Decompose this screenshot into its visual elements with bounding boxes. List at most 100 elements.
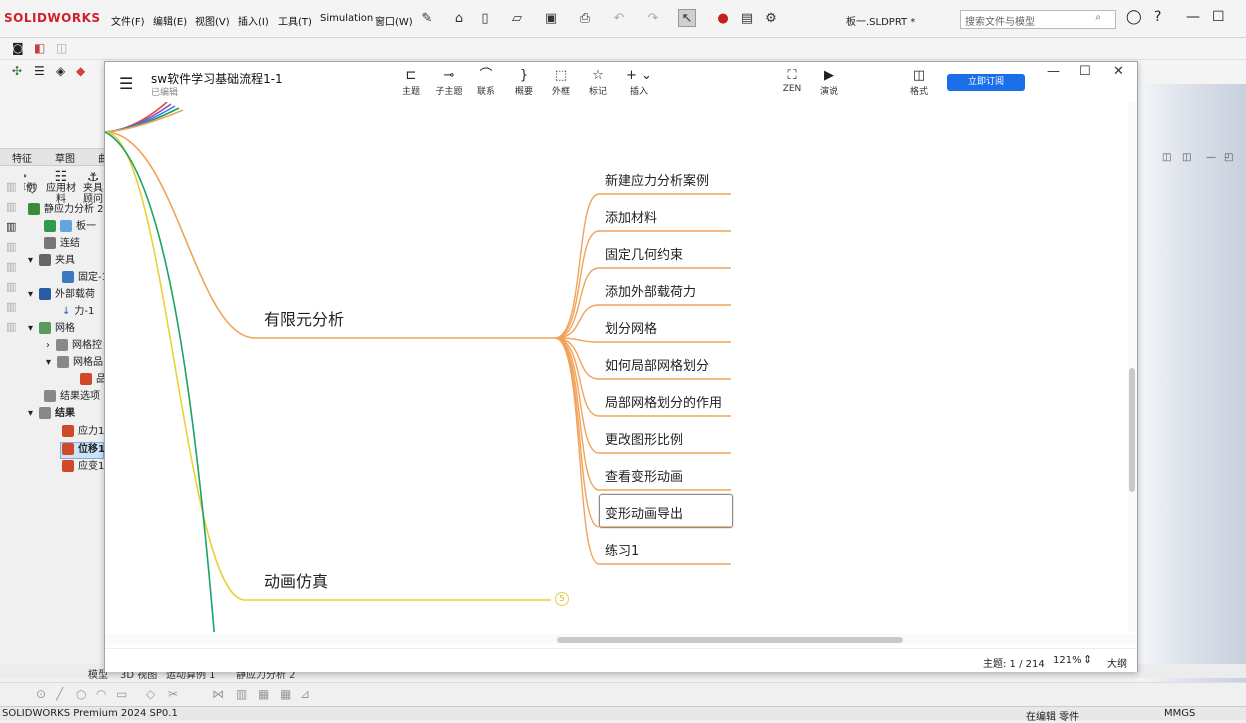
- units-text[interactable]: MMGS: [1164, 708, 1195, 719]
- line-tool-icon[interactable]: ╱: [56, 687, 63, 701]
- menu-window[interactable]: 窗口(W): [375, 13, 413, 28]
- camera-icon[interactable]: ◙: [12, 41, 24, 55]
- list-icon[interactable]: ☰: [34, 64, 45, 78]
- circle-tool-icon[interactable]: ⊙: [36, 687, 46, 701]
- arc-icon[interactable]: ◠: [96, 687, 106, 701]
- open-icon[interactable]: ▱: [508, 9, 526, 27]
- zoom-stepper-icon[interactable]: ⇕: [1083, 653, 1092, 666]
- mirror-icon[interactable]: ⋈: [212, 687, 224, 701]
- tree-displacement[interactable]: 位移1: [62, 442, 105, 458]
- subtopic-node[interactable]: 添加外部载荷力: [605, 281, 696, 300]
- tree-loads[interactable]: ▾ 外部载荷: [28, 287, 95, 303]
- options-gear-icon[interactable]: ⚙: [762, 9, 780, 27]
- tool-present[interactable]: ▶ 演说: [809, 68, 849, 97]
- main-topic-fea[interactable]: 有限元分析: [264, 306, 344, 330]
- graphics-area[interactable]: [1138, 84, 1246, 686]
- tree-strain[interactable]: 应变1: [62, 459, 104, 475]
- apply-material-button[interactable]: ☷ 应用材料: [44, 170, 78, 205]
- search-input[interactable]: 搜索文件与模型 ⌕: [960, 10, 1116, 29]
- menu-view[interactable]: 视图(V): [195, 13, 230, 28]
- panel-icon-2[interactable]: ▥: [6, 200, 16, 213]
- gfx-maximize-icon[interactable]: ◰: [1224, 152, 1233, 163]
- redo-icon[interactable]: ↷: [644, 9, 662, 27]
- tool-marker[interactable]: ☆ 标记: [578, 68, 618, 97]
- tool-topic[interactable]: ⊏ 主题: [391, 68, 431, 97]
- selected-topic-frame[interactable]: [599, 494, 733, 528]
- tree-fixture1[interactable]: 固定-1: [62, 270, 108, 286]
- tree-results[interactable]: ▾ 结果: [28, 406, 75, 422]
- tab-sketch[interactable]: 草图: [55, 150, 75, 165]
- menu-file[interactable]: 文件(F): [111, 13, 145, 28]
- relation-icon[interactable]: ⊿: [300, 687, 310, 701]
- print-icon[interactable]: ⎙: [576, 9, 594, 27]
- expand-arrow-icon[interactable]: ›: [46, 340, 50, 351]
- subtopic-node[interactable]: 固定几何约束: [605, 244, 683, 263]
- vertical-scrollbar[interactable]: [1128, 102, 1137, 632]
- fixtures-advisor-button[interactable]: ⚓ 夹具顾问: [82, 172, 104, 205]
- xm-minimize-icon[interactable]: —: [1047, 64, 1060, 79]
- zoom-level[interactable]: 121%: [1053, 655, 1082, 666]
- study-icon[interactable]: ✣: [12, 64, 22, 78]
- maximize-icon[interactable]: ☐: [1212, 9, 1225, 25]
- home-icon[interactable]: ⌂: [450, 9, 468, 27]
- panel-icon-5[interactable]: ▥: [6, 260, 16, 273]
- main-topic-animation[interactable]: 动画仿真: [264, 568, 328, 592]
- subtopic-node[interactable]: 更改图形比例: [605, 429, 683, 448]
- tree-stress[interactable]: 应力1: [62, 424, 104, 440]
- minimize-icon[interactable]: —: [1186, 9, 1200, 25]
- copy-view-icon[interactable]: ◫: [56, 41, 67, 55]
- xm-maximize-icon[interactable]: ☐: [1079, 64, 1091, 79]
- panel-icon-1[interactable]: ▥: [6, 180, 16, 193]
- xm-close-icon[interactable]: ✕: [1113, 64, 1124, 79]
- collapse-arrow-icon[interactable]: ▾: [46, 357, 51, 368]
- collapse-arrow-icon[interactable]: ▾: [28, 255, 33, 266]
- subtopic-node[interactable]: 新建应力分析案例: [605, 170, 709, 189]
- tree-mesh-item2[interactable]: ▾ 网格品: [46, 355, 103, 371]
- results-icon[interactable]: ◆: [76, 64, 85, 78]
- menu-simulation[interactable]: Simulation: [320, 13, 373, 24]
- menu-tools[interactable]: 工具(T): [278, 13, 312, 28]
- panel-icon-6[interactable]: ▥: [6, 280, 16, 293]
- panel-icon-8[interactable]: ▥: [6, 320, 16, 333]
- collapse-arrow-icon[interactable]: ▾: [28, 408, 33, 419]
- filter-icon[interactable]: ⛉: [28, 182, 37, 197]
- tree-fixtures[interactable]: ▾ 夹具: [28, 253, 75, 269]
- collapsed-count-badge[interactable]: 5: [555, 592, 569, 606]
- horizontal-scroll-thumb[interactable]: [557, 637, 903, 643]
- circle-icon[interactable]: ○: [76, 687, 86, 701]
- restore-icon[interactable]: ◫: [1162, 152, 1171, 163]
- save-icon[interactable]: ▣: [542, 9, 560, 27]
- traffic-light-icon[interactable]: ●: [714, 9, 732, 27]
- tool-summary[interactable]: } 概要: [504, 68, 544, 97]
- rectangle-icon[interactable]: ▭: [116, 687, 127, 701]
- tool-subtopic[interactable]: ⊸ 子主题: [429, 68, 469, 97]
- tree-mesh-item3[interactable]: 品: [80, 372, 106, 388]
- pin-icon[interactable]: ✎: [418, 9, 436, 27]
- grid-icon[interactable]: ▦: [280, 687, 291, 701]
- smart-dimension-icon[interactable]: ◇: [146, 687, 155, 701]
- tool-format[interactable]: ◫ 格式: [899, 68, 939, 97]
- hamburger-menu-icon[interactable]: ☰: [119, 74, 133, 93]
- file-properties-icon[interactable]: ▤: [738, 9, 756, 27]
- select-cursor-icon[interactable]: ↖: [678, 9, 696, 27]
- render-icon[interactable]: ◧: [34, 41, 45, 55]
- subtopic-node[interactable]: 局部网格划分的作用: [605, 392, 722, 411]
- collapse-arrow-icon[interactable]: ▾: [28, 289, 33, 300]
- subtopic-node[interactable]: 如何局部网格划分: [605, 355, 709, 374]
- tree-mesh-item1[interactable]: › 网格控: [46, 338, 102, 354]
- trim-icon[interactable]: ✂: [168, 687, 178, 701]
- menu-edit[interactable]: 编辑(E): [153, 13, 187, 28]
- tool-insert[interactable]: + ⌄ 插入: [619, 68, 659, 97]
- pattern-icon[interactable]: ▦: [258, 687, 269, 701]
- tree-part[interactable]: 板一: [44, 219, 96, 235]
- gfx-minimize-icon[interactable]: —: [1206, 152, 1216, 163]
- mindmap-canvas[interactable]: 有限元分析 动画仿真 新建应力分析案例 添加材料 固定几何约束 添加外部载荷力 划分网格…: [105, 102, 1137, 632]
- mesh-icon[interactable]: ◈: [56, 64, 65, 78]
- subtopic-node[interactable]: 练习1: [605, 540, 639, 559]
- collapse-arrow-icon[interactable]: ▾: [28, 323, 33, 334]
- outline-button[interactable]: 大纲: [1107, 655, 1127, 670]
- tree-connections[interactable]: 连结: [44, 236, 80, 252]
- tree-mesh[interactable]: ▾ 网格: [28, 321, 75, 337]
- account-icon[interactable]: ◯: [1126, 9, 1142, 25]
- tree-study[interactable]: 静应力分析 2*: [28, 202, 109, 218]
